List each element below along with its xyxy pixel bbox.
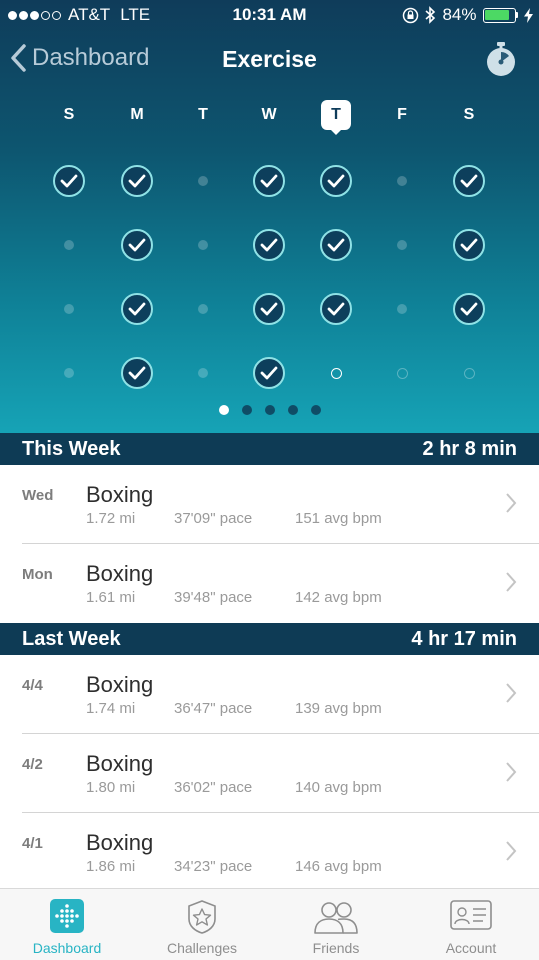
tab-friends[interactable]: Friends bbox=[269, 889, 403, 960]
exercise-title: Boxing bbox=[86, 672, 154, 697]
section-label: This Week bbox=[22, 438, 121, 460]
chevron-right-icon bbox=[506, 683, 517, 703]
exercise-day: 4/4 bbox=[22, 677, 43, 694]
exercise-pace: 37'09" pace bbox=[174, 510, 253, 527]
exercise-day: 4/1 bbox=[22, 835, 43, 852]
goal-met-check-icon bbox=[251, 355, 287, 391]
tab-label: Account bbox=[445, 940, 497, 956]
exercise-row[interactable]: Wed Boxing 1.72 mi 37'09" pace 151 avg b… bbox=[0, 465, 539, 544]
exercise-pace: 36'47" pace bbox=[174, 700, 253, 717]
goal-missed-dot-icon bbox=[51, 355, 87, 391]
section-label: Last Week bbox=[22, 628, 121, 650]
goal-met-check-icon bbox=[451, 163, 487, 199]
goal-missed-dot-icon bbox=[51, 291, 87, 327]
goal-pending-ring-icon bbox=[318, 355, 354, 391]
exercise-row[interactable]: 4/1 Boxing 1.86 mi 34'23" pace 146 avg b… bbox=[0, 813, 539, 892]
exercise-distance: 1.72 mi bbox=[86, 510, 136, 527]
page-dot[interactable] bbox=[241, 405, 252, 415]
goal-met-check-icon bbox=[451, 291, 487, 327]
goal-missed-dot-icon bbox=[185, 163, 221, 199]
page-dot[interactable] bbox=[287, 405, 298, 415]
page-dot[interactable] bbox=[310, 405, 321, 415]
exercise-bpm: 139 avg bpm bbox=[295, 700, 382, 717]
page-indicator bbox=[0, 405, 539, 415]
exercise-title: Boxing bbox=[86, 561, 154, 586]
exercise-distance: 1.80 mi bbox=[86, 779, 136, 796]
exercise-bpm: 146 avg bpm bbox=[295, 858, 382, 875]
exercise-bpm: 140 avg bpm bbox=[295, 779, 382, 796]
tab-label: Challenges bbox=[166, 940, 238, 956]
goal-missed-dot-icon bbox=[185, 355, 221, 391]
exercise-title: Boxing bbox=[86, 830, 154, 855]
exercise-day: Wed bbox=[22, 487, 54, 504]
exercise-title: Boxing bbox=[86, 482, 154, 507]
goal-met-check-icon bbox=[451, 227, 487, 263]
chevron-right-icon bbox=[506, 572, 517, 592]
goal-missed-dot-icon bbox=[384, 163, 420, 199]
last-week-header: Last Week 4 hr 17 min bbox=[0, 623, 539, 655]
goal-met-check-icon bbox=[318, 227, 354, 263]
this-week-header: This Week 2 hr 8 min bbox=[0, 433, 539, 465]
chevron-right-icon bbox=[506, 762, 517, 782]
exercise-bpm: 142 avg bpm bbox=[295, 589, 382, 606]
goal-missed-dot-icon bbox=[384, 227, 420, 263]
tab-challenges[interactable]: Challenges bbox=[135, 889, 269, 960]
chevron-right-icon bbox=[506, 493, 517, 513]
star-badge-icon bbox=[184, 899, 220, 940]
exercise-distance: 1.74 mi bbox=[86, 700, 136, 717]
goal-missed-dot-icon bbox=[51, 227, 87, 263]
exercise-pace: 36'02" pace bbox=[174, 779, 253, 796]
id-card-icon bbox=[450, 899, 492, 936]
exercise-row[interactable]: 4/4 Boxing 1.74 mi 36'47" pace 139 avg b… bbox=[0, 655, 539, 734]
section-total: 2 hr 8 min bbox=[422, 438, 517, 460]
section-total: 4 hr 17 min bbox=[411, 628, 517, 650]
chevron-right-icon bbox=[506, 841, 517, 861]
goal-missed-dot-icon bbox=[384, 291, 420, 327]
exercise-day: Mon bbox=[22, 566, 53, 583]
goal-future-ring-icon bbox=[384, 355, 420, 391]
goal-met-check-icon bbox=[318, 291, 354, 327]
exercise-goal-grid bbox=[0, 0, 539, 400]
goal-future-ring-icon bbox=[451, 355, 487, 391]
goal-met-check-icon bbox=[318, 163, 354, 199]
exercise-distance: 1.61 mi bbox=[86, 589, 136, 606]
tab-bar: Dashboard Challenges Friends Account bbox=[0, 888, 539, 960]
exercise-pace: 34'23" pace bbox=[174, 858, 253, 875]
goal-met-check-icon bbox=[119, 291, 155, 327]
exercise-distance: 1.86 mi bbox=[86, 858, 136, 875]
tab-dashboard[interactable]: Dashboard bbox=[0, 889, 134, 960]
exercise-row[interactable]: Mon Boxing 1.61 mi 39'48" pace 142 avg b… bbox=[0, 544, 539, 623]
exercise-row[interactable]: 4/2 Boxing 1.80 mi 36'02" pace 140 avg b… bbox=[0, 734, 539, 813]
goal-met-check-icon bbox=[251, 291, 287, 327]
exercise-title: Boxing bbox=[86, 751, 154, 776]
exercise-day: 4/2 bbox=[22, 756, 43, 773]
goal-missed-dot-icon bbox=[185, 291, 221, 327]
exercise-pace: 39'48" pace bbox=[174, 589, 253, 606]
exercise-hero: AT&T LTE 10:31 AM 84% Dashboard Exercise… bbox=[0, 0, 539, 433]
goal-missed-dot-icon bbox=[185, 227, 221, 263]
goal-met-check-icon bbox=[251, 163, 287, 199]
goal-met-check-icon bbox=[119, 355, 155, 391]
goal-met-check-icon bbox=[119, 163, 155, 199]
page-dot[interactable] bbox=[264, 405, 275, 415]
goal-met-check-icon bbox=[119, 227, 155, 263]
goal-met-check-icon bbox=[51, 163, 87, 199]
tab-label: Friends bbox=[312, 940, 360, 956]
tab-account[interactable]: Account bbox=[404, 889, 538, 960]
friends-icon bbox=[310, 899, 362, 940]
exercise-bpm: 151 avg bpm bbox=[295, 510, 382, 527]
dashboard-dots-icon bbox=[50, 899, 84, 938]
goal-met-check-icon bbox=[251, 227, 287, 263]
tab-label: Dashboard bbox=[32, 940, 102, 956]
page-dot[interactable] bbox=[218, 405, 229, 415]
